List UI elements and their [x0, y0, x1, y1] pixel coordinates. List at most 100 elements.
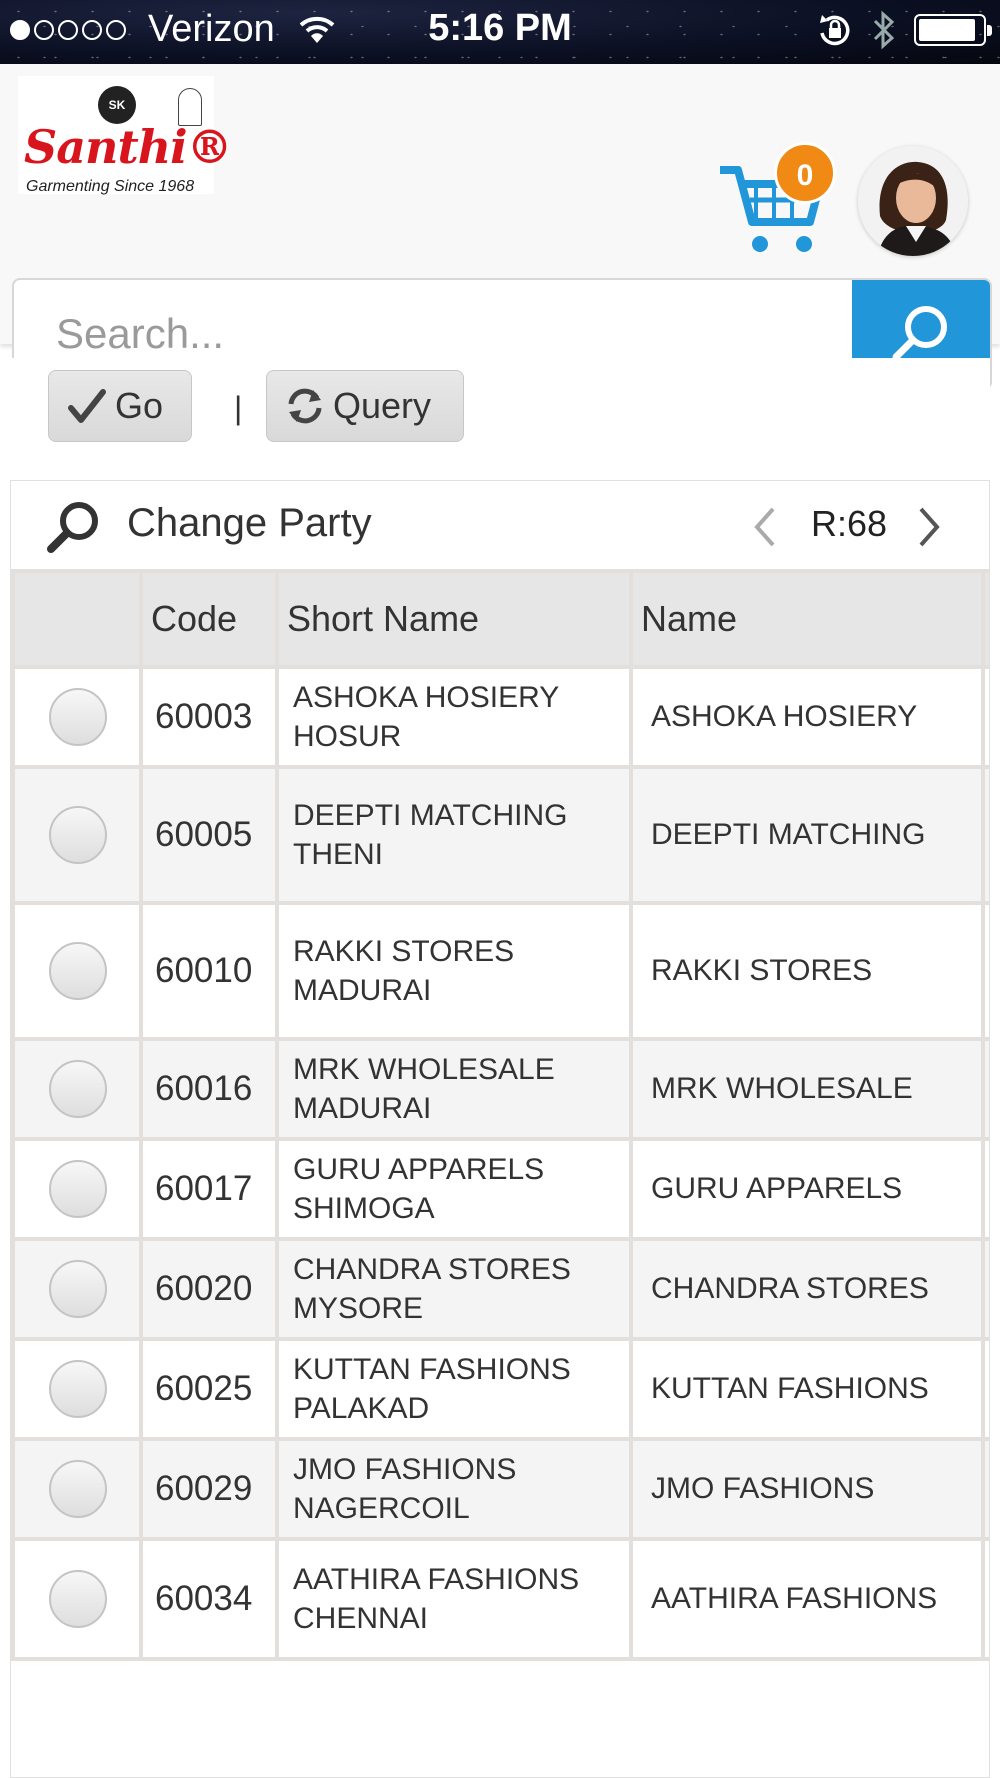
battery-fill	[919, 19, 975, 41]
cell-name: KUTTAN FASHIONS	[629, 1337, 985, 1441]
checkmark-icon	[68, 389, 106, 423]
query-label: Query	[333, 385, 432, 426]
short-name-line: CHANDRA STORES	[293, 1253, 571, 1286]
column-header-short-name[interactable]: Short Name	[275, 569, 633, 669]
logo-brand-text: Santhi®	[24, 120, 233, 174]
column-header-extra	[981, 569, 989, 669]
cell-code: 60017	[139, 1137, 279, 1241]
short-name-line: PALAKAD	[293, 1392, 430, 1425]
table-row[interactable]: 60005 DEEPTI MATCHING THENI DEEPTI MATCHING	[11, 765, 989, 905]
cell-name: AATHIRA FASHIONS	[629, 1537, 985, 1661]
cell-short-name: AATHIRA FASHIONS CHENNAI	[275, 1537, 633, 1661]
cart-count-badge[interactable]: 0	[774, 142, 836, 204]
cell-extra	[981, 1437, 989, 1541]
cell-extra	[981, 765, 989, 905]
cell-extra	[981, 1537, 989, 1661]
status-bar: Verizon 5:16 PM	[0, 0, 1000, 64]
row-radio-button[interactable]	[49, 1460, 107, 1518]
cell-code: 60025	[139, 1337, 279, 1441]
magnifier-icon[interactable]	[45, 499, 105, 555]
grid-header-bar: Change Party R:68	[11, 481, 989, 569]
chevron-left-icon[interactable]	[747, 503, 783, 551]
cell-name: MRK WHOLESALE	[629, 1037, 985, 1141]
cell-code: 60029	[139, 1437, 279, 1541]
row-select-cell	[11, 1537, 143, 1661]
brand-logo[interactable]: SK Santhi® Garmenting Since 1968	[18, 76, 233, 195]
cell-extra	[981, 665, 989, 769]
short-name-line: NAGERCOIL	[293, 1492, 470, 1525]
row-radio-button[interactable]	[49, 1260, 107, 1318]
short-name-line: ASHOKA HOSIERY	[293, 681, 560, 714]
cell-name: DEEPTI MATCHING	[629, 765, 985, 905]
row-select-cell	[11, 1437, 143, 1541]
cell-short-name: KUTTAN FASHIONS PALAKAD	[275, 1337, 633, 1441]
row-select-cell	[11, 901, 143, 1041]
record-count: R:68	[811, 503, 888, 544]
table-row[interactable]: 60017 GURU APPARELS SHIMOGA GURU APPARELS	[11, 1137, 989, 1241]
avatar[interactable]	[858, 146, 968, 256]
table-row[interactable]: 60029 JMO FASHIONS NAGERCOIL JMO FASHIONS	[11, 1437, 989, 1541]
cell-short-name: RAKKI STORES MADURAI	[275, 901, 633, 1041]
row-radio-button[interactable]	[49, 688, 107, 746]
row-select-cell	[11, 1337, 143, 1441]
table-header-row: Code Short Name Name	[11, 569, 989, 669]
row-radio-button[interactable]	[49, 806, 107, 864]
cell-short-name: JMO FASHIONS NAGERCOIL	[275, 1437, 633, 1541]
refresh-icon	[288, 388, 322, 424]
row-select-cell	[11, 765, 143, 905]
cell-code: 60016	[139, 1037, 279, 1141]
cell-code: 60005	[139, 765, 279, 905]
logo-emblem: SK	[98, 86, 136, 124]
row-radio-button[interactable]	[49, 1570, 107, 1628]
logo-tagline: Garmenting Since 1968	[26, 178, 195, 195]
cell-short-name: MRK WHOLESALE MADURAI	[275, 1037, 633, 1141]
cell-extra	[981, 1037, 989, 1141]
short-name-line: DEEPTI MATCHING	[293, 799, 568, 832]
cell-name: JMO FASHIONS	[629, 1437, 985, 1541]
table-row[interactable]: 60034 AATHIRA FASHIONS CHENNAI AATHIRA FASH…	[11, 1537, 989, 1661]
query-button[interactable]: Query	[266, 370, 464, 442]
row-radio-button[interactable]	[49, 1060, 107, 1118]
row-radio-button[interactable]	[49, 1160, 107, 1218]
chevron-right-icon[interactable]	[911, 503, 947, 551]
cell-code: 60010	[139, 901, 279, 1041]
row-radio-button[interactable]	[49, 1360, 107, 1418]
row-radio-button[interactable]	[49, 942, 107, 1000]
cell-extra	[981, 1237, 989, 1341]
cell-name: ASHOKA HOSIERY	[629, 665, 985, 769]
cell-name: RAKKI STORES	[629, 901, 985, 1041]
table-row[interactable]: 60025 KUTTAN FASHIONS PALAKAD KUTTAN FASHIO…	[11, 1337, 989, 1441]
row-select-cell	[11, 1037, 143, 1141]
short-name-line: CHENNAI	[293, 1602, 429, 1635]
cell-short-name: DEEPTI MATCHING THENI	[275, 765, 633, 905]
party-table: Code Short Name Name 60003 ASHOKA HOSIERY…	[11, 569, 989, 1661]
table-row[interactable]: 60016 MRK WHOLESALE MADURAI MRK WHOLESALE	[11, 1037, 989, 1141]
battery-icon	[914, 14, 992, 46]
table-row[interactable]: 60010 RAKKI STORES MADURAI RAKKI STORES	[11, 901, 989, 1041]
bluetooth-icon	[873, 10, 895, 50]
column-header-name[interactable]: Name	[629, 569, 985, 669]
short-name-line: JMO FASHIONS	[293, 1453, 517, 1486]
short-name-line: AATHIRA FASHIONS	[293, 1563, 580, 1596]
cell-extra	[981, 1137, 989, 1241]
short-name-line: THENI	[293, 838, 383, 871]
column-header-code[interactable]: Code	[139, 569, 279, 669]
party-grid-panel: Change Party R:68 Code Short Name Name 6…	[10, 480, 990, 1778]
grid-title[interactable]: Change Party	[127, 501, 372, 546]
app-header: SK Santhi® Garmenting Since 1968 0	[0, 64, 1000, 390]
cell-short-name: ASHOKA HOSIERY HOSUR	[275, 665, 633, 769]
short-name-line: MYSORE	[293, 1292, 424, 1325]
cell-short-name: GURU APPARELS SHIMOGA	[275, 1137, 633, 1241]
go-button[interactable]: Go	[48, 370, 192, 442]
cell-name: CHANDRA STORES	[629, 1237, 985, 1341]
table-row[interactable]: 60003 ASHOKA HOSIERY HOSUR ASHOKA HOSIERY	[11, 665, 989, 769]
short-name-line: HOSUR	[293, 720, 402, 753]
column-header-select	[11, 569, 143, 669]
short-name-line: MADURAI	[293, 974, 432, 1007]
rotation-lock-icon	[820, 15, 850, 46]
table-body: 60003 ASHOKA HOSIERY HOSUR ASHOKA HOSIERY 60…	[11, 665, 989, 1661]
short-name-line: MADURAI	[293, 1092, 432, 1125]
table-row[interactable]: 60020 CHANDRA STORES MYSORE CHANDRA STORES	[11, 1237, 989, 1341]
cell-short-name: CHANDRA STORES MYSORE	[275, 1237, 633, 1341]
short-name-line: KUTTAN FASHIONS	[293, 1353, 571, 1386]
